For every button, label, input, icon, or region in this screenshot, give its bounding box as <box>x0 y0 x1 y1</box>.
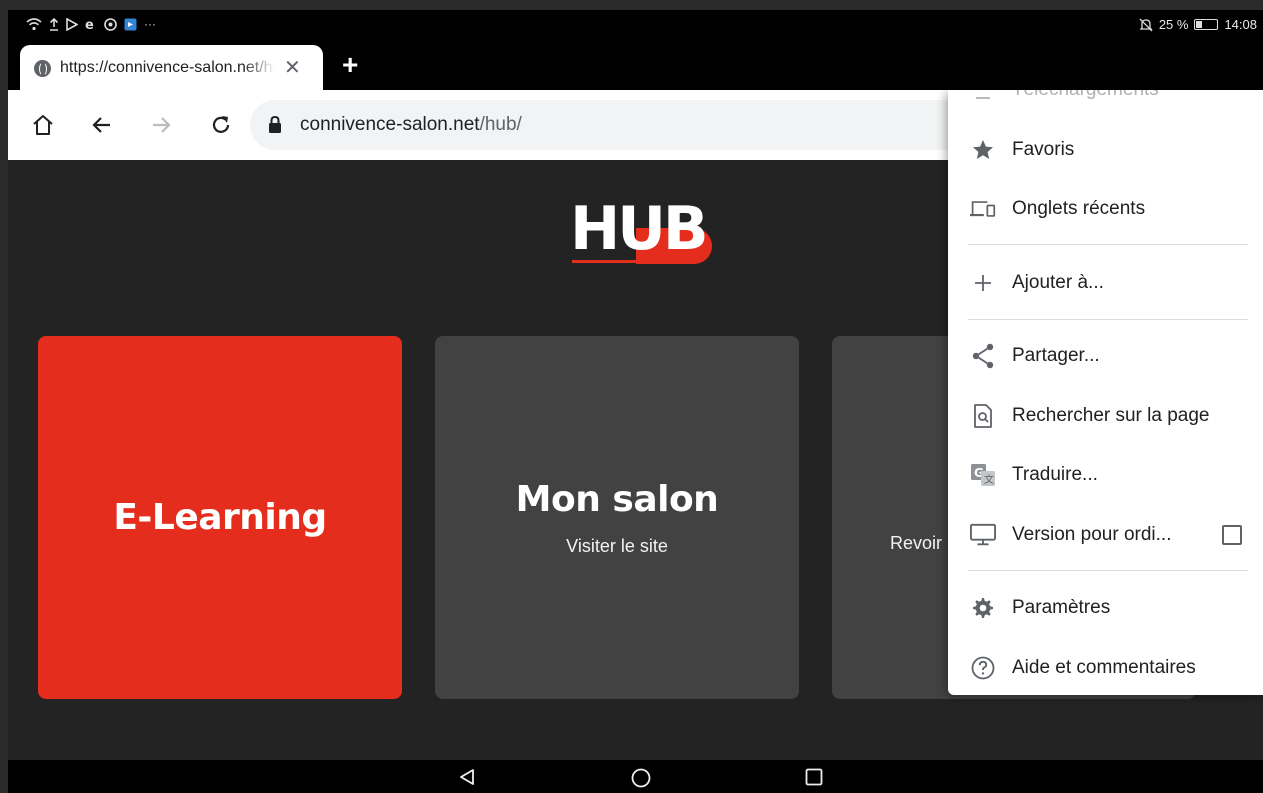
gear-icon <box>970 595 996 621</box>
overflow-menu: Téléchargements Favoris Onglets récents … <box>948 90 1263 695</box>
forward-arrow-icon[interactable] <box>146 110 176 140</box>
card-e-learning[interactable]: E-Learning <box>38 336 402 699</box>
status-bar: e ··· 25 % 14:08 <box>8 10 1263 42</box>
menu-item-label: Aide et commentaires <box>1012 657 1196 678</box>
find-in-page-icon <box>970 403 996 429</box>
menu-separator <box>968 244 1248 245</box>
status-icons-left: e ··· <box>26 17 156 31</box>
tab-strip: https://connivence-salon.net/hub/ ✕ + <box>8 42 1263 90</box>
nav-home-icon[interactable] <box>631 768 651 788</box>
share-icon <box>970 343 996 369</box>
close-icon[interactable]: ✕ <box>284 55 301 80</box>
status-icons-right: 25 % 14:08 <box>1139 17 1257 32</box>
menu-item-label: Partager... <box>1012 345 1100 366</box>
tab-title: https://connivence-salon.net/hub/ <box>60 59 275 76</box>
app-icon <box>124 18 137 30</box>
card-mon-salon[interactable]: Mon salon Visiter le site <box>435 336 799 699</box>
menu-item-label: Favoris <box>1012 139 1075 160</box>
menu-item-desktop-site[interactable]: Version pour ordi... <box>948 507 1263 563</box>
reload-icon[interactable] <box>206 110 236 140</box>
device-frame-top <box>0 0 1263 10</box>
hub-logo: HUB <box>570 196 715 266</box>
browser-e-icon: e <box>85 18 94 31</box>
menu-item-share[interactable]: Partager... <box>948 328 1263 384</box>
desktop-icon <box>970 522 996 548</box>
menu-item-add-to[interactable]: Ajouter à... <box>948 255 1263 311</box>
new-tab-button[interactable]: + <box>342 50 358 80</box>
back-arrow-icon[interactable] <box>87 110 117 140</box>
url-text: connivence-salon.net/hub/ <box>300 114 522 136</box>
logo-text: HUB <box>570 194 709 264</box>
android-nav-bar <box>8 760 1263 793</box>
menu-item-label: Téléchargements <box>1012 90 1159 101</box>
home-icon[interactable] <box>28 110 58 140</box>
tab-active[interactable]: https://connivence-salon.net/hub/ ✕ <box>20 45 323 90</box>
globe-icon <box>34 60 51 77</box>
svg-text:文: 文 <box>984 473 994 486</box>
device-frame-left <box>0 0 8 793</box>
svg-text:e: e <box>85 18 94 31</box>
menu-item-label: Traduire... <box>1012 464 1098 485</box>
menu-item-downloads[interactable]: Téléchargements <box>948 90 1263 118</box>
card-title: Mon salon <box>515 478 719 520</box>
battery-icon <box>1194 19 1219 30</box>
address-bar[interactable]: connivence-salon.net/hub/ <box>250 100 970 150</box>
menu-item-favoris[interactable]: Favoris <box>948 122 1263 178</box>
wifi-icon <box>26 17 42 30</box>
menu-item-label: Paramètres <box>1012 597 1111 618</box>
desktop-site-checkbox[interactable] <box>1222 525 1242 545</box>
status-more: ··· <box>144 17 156 31</box>
chrome-icon <box>104 17 117 31</box>
menu-item-label: Rechercher sur la page <box>1012 405 1210 426</box>
menu-separator <box>968 319 1248 320</box>
menu-item-settings[interactable]: Paramètres <box>948 580 1263 636</box>
url-domain: connivence-salon.net <box>300 114 480 135</box>
star-icon <box>970 137 996 163</box>
nav-back-icon[interactable] <box>458 768 476 786</box>
menu-item-find-in-page[interactable]: Rechercher sur la page <box>948 388 1263 444</box>
card-subtitle: Revoir <box>890 533 943 553</box>
plus-icon <box>970 270 996 296</box>
menu-item-help[interactable]: Aide et commentaires <box>948 640 1263 695</box>
nav-recents-icon[interactable] <box>805 768 823 786</box>
battery-percent: 25 % <box>1158 17 1189 32</box>
menu-item-label: Ajouter à... <box>1012 272 1104 293</box>
menu-item-label: Version pour ordi... <box>1012 524 1172 545</box>
download-icon <box>970 90 996 103</box>
upload-icon <box>49 17 59 31</box>
url-path: /hub/ <box>479 114 522 135</box>
card-subtitle: Visiter le site <box>566 535 668 556</box>
menu-item-label: Onglets récents <box>1012 198 1146 219</box>
lock-icon <box>269 116 281 133</box>
menu-separator <box>968 570 1248 571</box>
bell-off-icon <box>1139 18 1153 31</box>
card-title: E-Learning <box>113 497 327 538</box>
devices-icon <box>970 196 996 222</box>
play-store-icon <box>66 17 78 31</box>
menu-item-translate[interactable]: G文 Traduire... <box>948 447 1263 503</box>
clock: 14:08 <box>1224 17 1257 32</box>
menu-item-recent-tabs[interactable]: Onglets récents <box>948 181 1263 237</box>
translate-icon: G文 <box>970 462 996 488</box>
help-icon <box>970 655 996 681</box>
